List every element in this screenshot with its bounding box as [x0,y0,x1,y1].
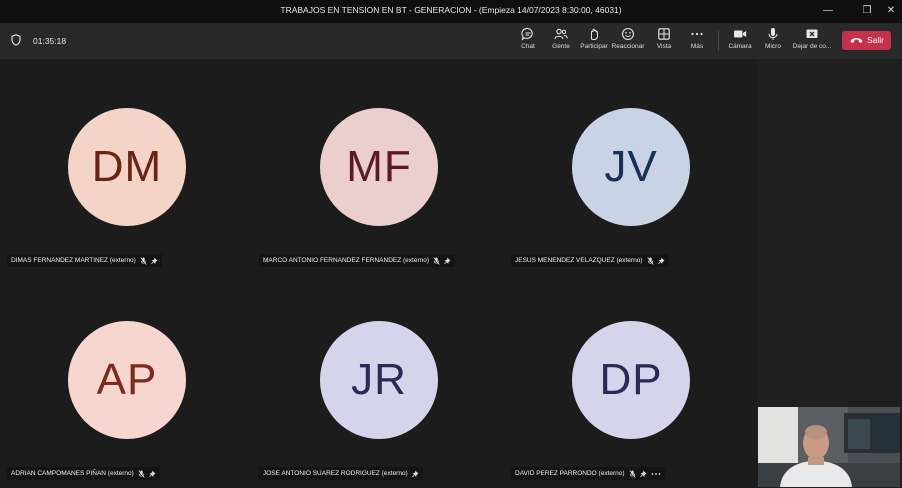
pin-icon [444,257,451,264]
meeting-toolbar: 01:35:18 Chat Gente Participar Reacciona… [0,23,902,59]
mic-off-icon [646,256,654,265]
chat-button[interactable]: Chat [511,27,545,55]
camera-icon [734,30,747,38]
participant-avatar[interactable]: AP [68,321,186,439]
participant-nametag: JESUS MENENDEZ VELAZQUEZ (externo) [511,254,669,267]
more-icon [691,32,703,36]
avatar-initials: DM [91,142,163,191]
hang-up-icon [850,38,863,43]
participant-name: DIMAS FERNANDEZ MARTINEZ (externo) [11,257,136,264]
mic-button[interactable]: Micro [756,27,790,55]
people-icon [554,28,568,40]
minimize-button[interactable]: — [818,3,838,19]
more-label: Más [690,43,704,50]
participant-name: JESUS MENENDEZ VELAZQUEZ (externo) [515,257,643,264]
more-button[interactable]: Más [680,27,714,55]
avatar-initials: MF [346,142,412,191]
chat-icon [521,27,533,41]
grid-icon [658,28,670,40]
leave-label: Salir [867,35,885,45]
camera-button[interactable]: Cámara [723,27,757,55]
participate-button[interactable]: Participar [577,27,611,55]
participant-avatar[interactable]: MF [320,108,438,226]
view-button[interactable]: Vista [647,27,681,55]
leave-button[interactable]: Salir [842,31,891,50]
avatar-initials: DP [599,355,663,404]
smile-icon [621,27,635,41]
participant-name: JOSE ANTONIO SUAREZ RODRIGUEZ (externo) [263,470,408,477]
mic-off-icon [138,469,145,478]
view-label: Vista [656,43,672,50]
react-button[interactable]: Reaccionar [611,27,645,55]
close-button[interactable]: ✕ [881,3,901,19]
avatar-initials: AP [96,355,158,404]
mic-label: Micro [765,43,781,50]
people-button[interactable]: Gente [544,27,578,55]
participant-nametag: MARCO ANTONIO FERNANDEZ FERNANDEZ (exter… [259,254,456,267]
stop-sharing-label: Dejar de co... [792,43,832,50]
camera-label: Cámara [728,43,752,50]
participant-nametag: JOSE ANTONIO SUAREZ RODRIGUEZ (externo) [259,467,423,480]
toolbar-divider [718,31,719,51]
self-video-preview[interactable] [758,407,900,487]
participant-avatar[interactable]: DM [68,108,186,226]
window-title: TRABAJOS EN TENSION EN BT - GENERACION -… [280,5,622,15]
participant-avatar[interactable]: DP [572,321,690,439]
pin-icon [657,257,664,264]
avatar-initials: JV [604,142,658,191]
pin-icon [151,257,158,264]
avatar-initials: JR [351,355,407,404]
title-bar: TRABAJOS EN TENSION EN BT - GENERACION -… [0,0,902,23]
mic-off-icon [433,256,440,265]
meeting-timer: 01:35:18 [33,36,67,46]
participant-nametag: ADRIAN CAMPOMANES PIÑAN (externo) [7,467,160,480]
participate-label: Participar [580,43,608,50]
participant-name: MARCO ANTONIO FERNANDEZ FERNANDEZ (exter… [263,257,430,264]
participant-name: DAVID PEREZ PARRONDO (externo) [515,470,625,477]
mic-off-icon [140,256,147,265]
mic-icon [768,28,778,40]
pin-icon [639,470,647,477]
participant-nametag: DAVID PEREZ PARRONDO (externo) [511,467,665,480]
pin-icon [411,470,419,477]
chat-label: Chat [521,43,535,50]
participant-nametag: DIMAS FERNANDEZ MARTINEZ (externo) [7,254,162,267]
participant-avatar[interactable]: JV [572,108,690,226]
participate-icon [591,28,598,40]
participant-avatar[interactable]: JR [320,321,438,439]
stop-sharing-button[interactable]: Dejar de co... [791,27,833,55]
more-options-icon[interactable] [651,470,661,478]
participant-name: ADRIAN CAMPOMANES PIÑAN (externo) [11,470,134,477]
mic-off-icon [628,469,636,478]
react-label: Reaccionar [611,43,645,50]
people-label: Gente [552,43,570,50]
shield-icon [11,34,21,46]
stop-share-icon [806,29,818,38]
self-video-image [758,407,900,487]
maximize-button[interactable]: ❐ [857,3,877,19]
pin-icon [149,470,156,477]
